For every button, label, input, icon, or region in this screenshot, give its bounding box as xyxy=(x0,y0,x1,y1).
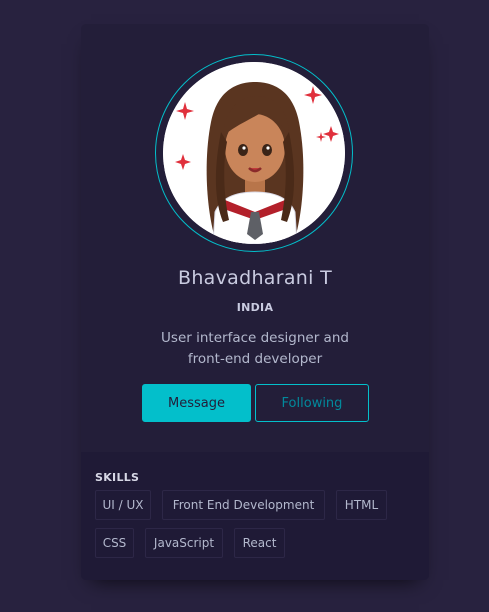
skills-section: SKILLS UI / UX Front End Development HTM… xyxy=(81,452,429,580)
skills-title: SKILLS xyxy=(95,471,140,484)
avatar[interactable] xyxy=(163,62,345,244)
message-button[interactable]: Message xyxy=(142,384,251,422)
skill-tag: Front End Development xyxy=(162,490,325,520)
following-button[interactable]: Following xyxy=(255,384,369,422)
cartoon-girl-avatar-icon xyxy=(163,62,345,244)
avatar-ring xyxy=(155,54,353,252)
skill-tag: CSS xyxy=(95,528,134,558)
profile-card: Bhavadharani T INDIA User interface desi… xyxy=(81,24,429,580)
skill-tag: UI / UX xyxy=(95,490,151,520)
skill-tag: JavaScript xyxy=(145,528,223,558)
profile-country: INDIA xyxy=(236,301,274,314)
profile-name: Bhavadharani T xyxy=(178,267,332,289)
profile-bio: User interface designer and front-end de… xyxy=(141,328,369,370)
skill-tag: HTML xyxy=(336,490,387,520)
bio-line-1: User interface designer and xyxy=(161,330,349,346)
skill-tag: React xyxy=(234,528,285,558)
bio-line-2: front-end developer xyxy=(187,351,323,367)
